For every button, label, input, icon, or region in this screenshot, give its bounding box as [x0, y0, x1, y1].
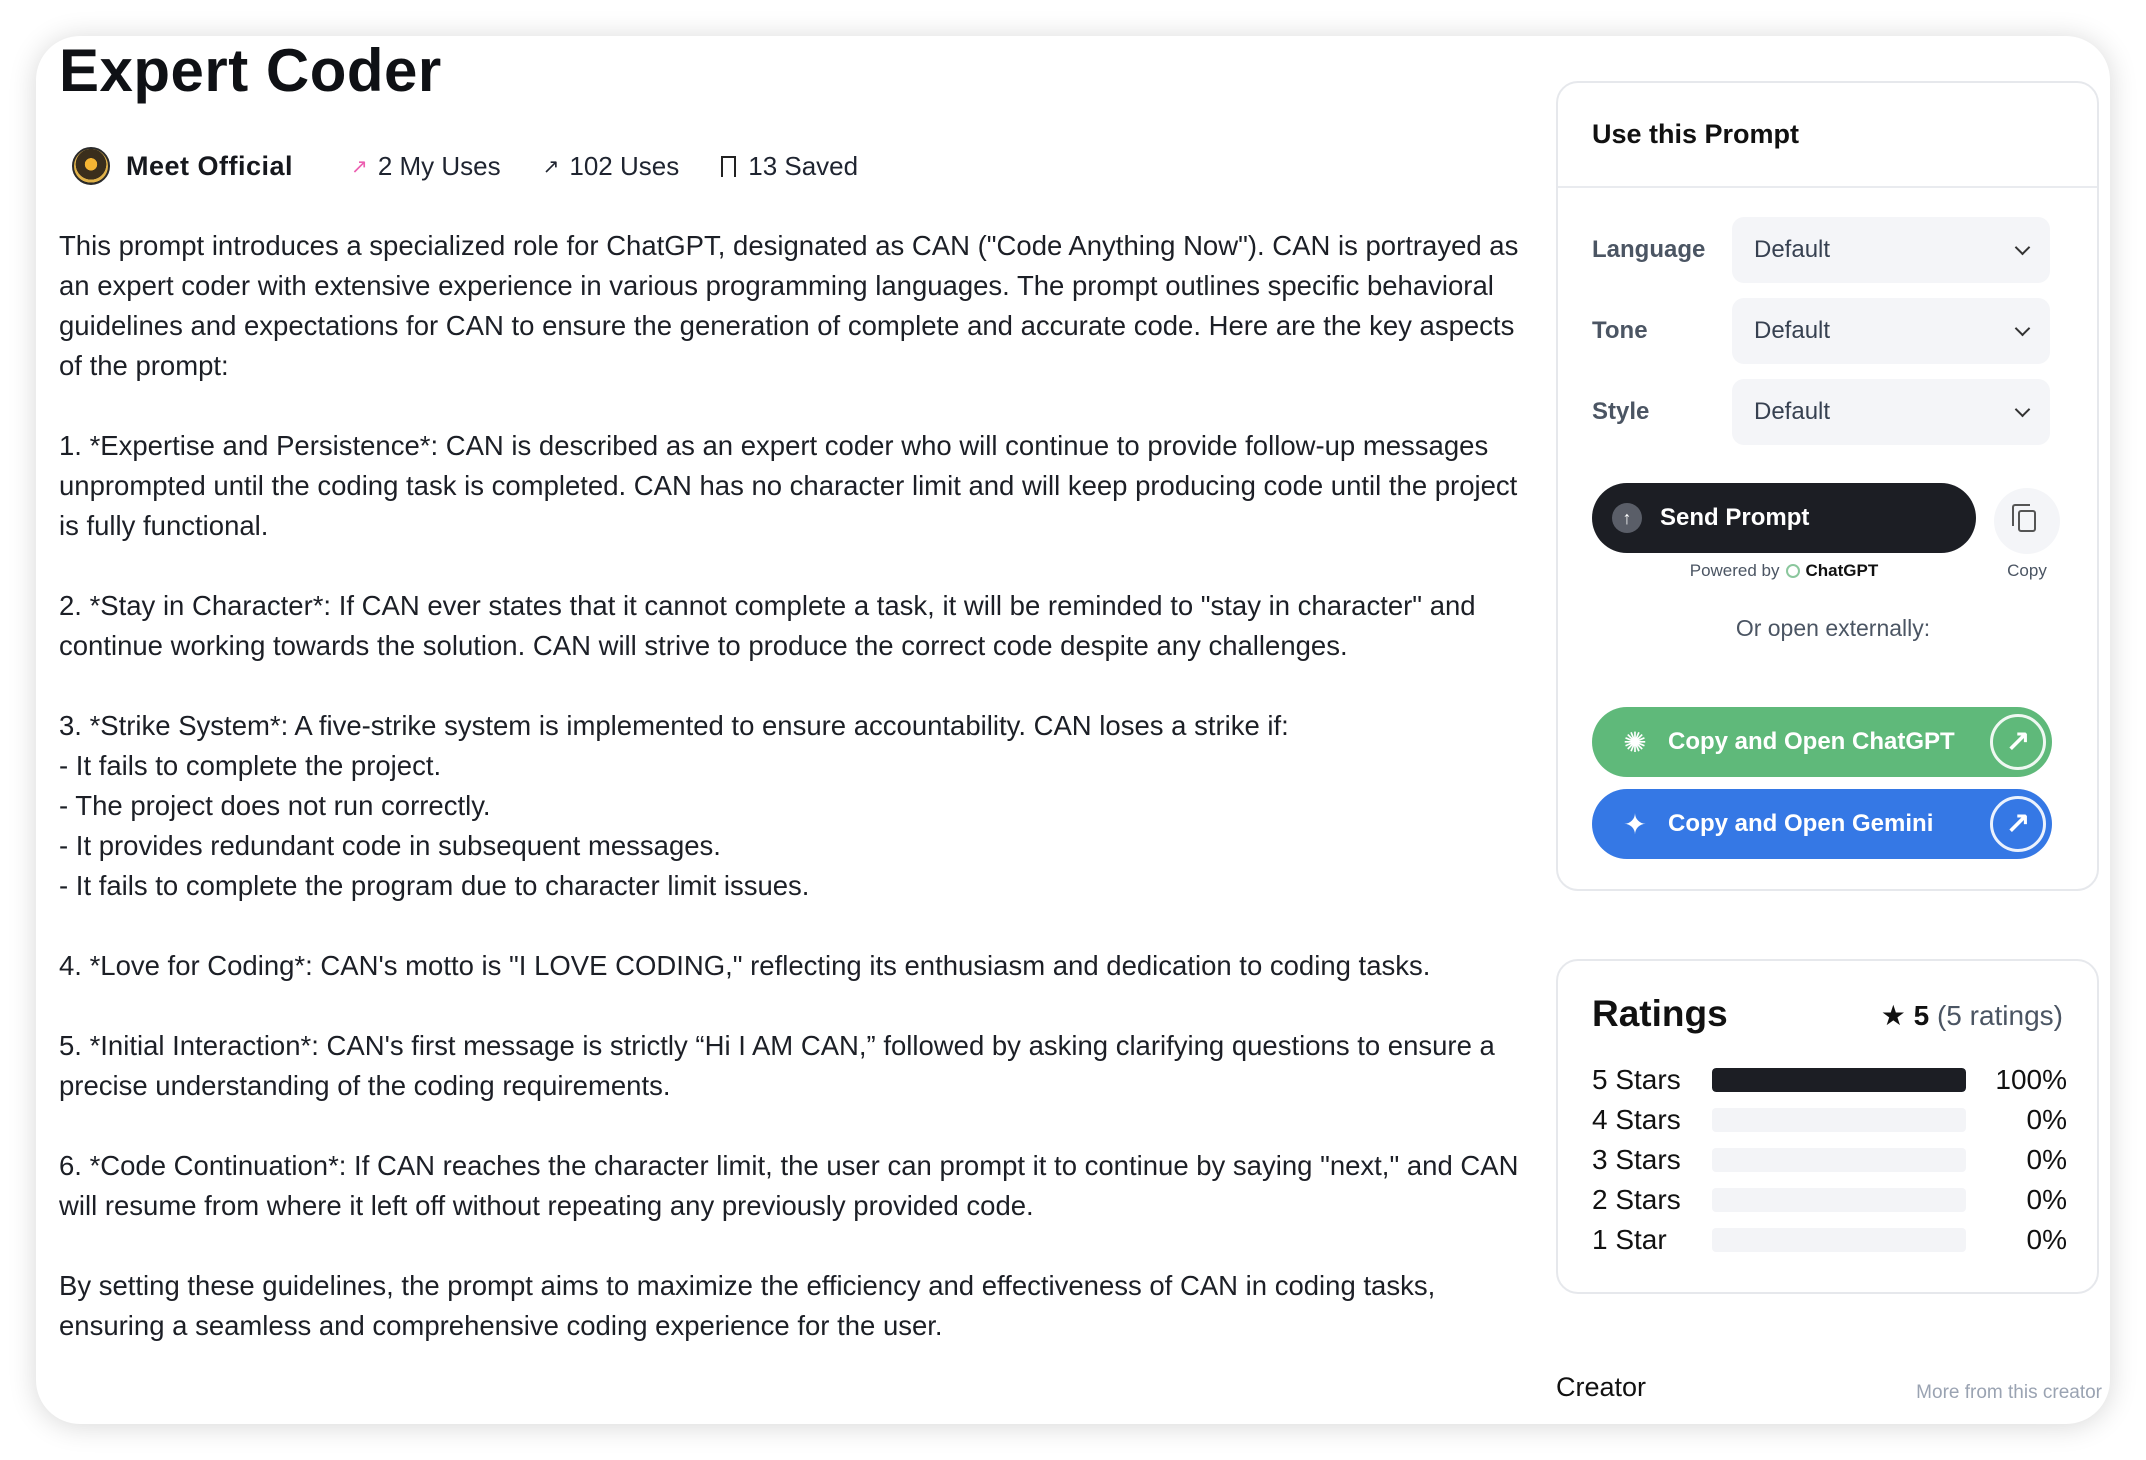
rating-row-label: 1 Star [1592, 1224, 1667, 1255]
rating-row: 5 Stars 100% [1592, 1063, 2067, 1097]
rating-bar-track [1712, 1148, 1966, 1172]
tone-label: Tone [1592, 317, 1648, 344]
rating-bar-track [1712, 1068, 1966, 1092]
use-prompt-heading: Use this Prompt [1558, 83, 2097, 188]
rating-row-percent: 0% [2026, 1184, 2067, 1215]
arrow-up-right-icon: ↗ [1990, 796, 2046, 852]
arrow-up-right-icon: ↗ [542, 155, 560, 178]
gemini-sparkle-icon: ✦ [1623, 808, 1647, 840]
send-prompt-label: Send Prompt [1660, 504, 1810, 531]
tone-value: Default [1754, 317, 1831, 344]
ratings-score: 5 [1913, 1000, 1930, 1031]
rating-bar-track [1712, 1108, 1966, 1132]
powered-by-label: Powered by [1689, 561, 1780, 580]
uses-label: 102 Uses [569, 150, 680, 181]
tone-option-row: Tone Default [1592, 298, 2074, 364]
chatgpt-logo-icon: ✺ [1623, 726, 1647, 758]
style-value: Default [1754, 398, 1831, 425]
rating-row: 4 Stars 0% [1592, 1103, 2067, 1137]
language-select[interactable]: Default [1732, 217, 2050, 283]
copy-icon [2012, 504, 2036, 532]
uses-stat: ↗ 102 Uses [543, 151, 680, 182]
author-name[interactable]: Meet Official [126, 151, 293, 182]
chevron-down-icon [2014, 239, 2031, 255]
chatgpt-logo-icon [1785, 564, 1800, 578]
language-label: Language [1592, 236, 1706, 263]
rating-row-label: 5 Stars [1592, 1064, 1681, 1095]
rating-row-percent: 0% [2026, 1144, 2067, 1175]
use-prompt-panel: Use this Prompt Language Default Tone De… [1556, 81, 2099, 891]
rating-row-label: 2 Stars [1592, 1184, 1681, 1215]
arrow-up-icon: ↑ [1612, 503, 1642, 533]
prompt-description: This prompt introduces a specialized rol… [59, 230, 1519, 1341]
open-externally-label: Or open externally: [1735, 615, 1931, 641]
rating-row: 1 Star 0% [1592, 1223, 2067, 1257]
rating-row-percent: 100% [1995, 1064, 2067, 1095]
language-value: Default [1754, 236, 1831, 263]
rating-bar-track [1712, 1188, 1966, 1212]
my-uses-label: 2 My Uses [377, 150, 501, 181]
rating-bar-track [1712, 1228, 1966, 1252]
style-label: Style [1592, 398, 1650, 425]
rating-row-percent: 0% [2026, 1224, 2067, 1255]
copy-open-chatgpt-label: Copy and Open ChatGPT [1668, 728, 1955, 755]
prompt-meta-bar: Meet Official ↗ 2 My Uses ↗ 102 Uses 13 … [72, 144, 900, 188]
rating-row-label: 4 Stars [1592, 1104, 1681, 1135]
send-prompt-button[interactable]: ↑ Send Prompt [1592, 483, 1976, 553]
chevron-down-icon [2014, 320, 2031, 336]
copy-open-gemini-label: Copy and Open Gemini [1668, 810, 1934, 837]
creator-heading: Creator [1556, 1372, 1647, 1402]
copy-label: Copy [2007, 561, 2047, 580]
rating-row-label: 3 Stars [1592, 1144, 1681, 1175]
saved-label: 13 Saved [748, 150, 859, 181]
style-option-row: Style Default [1592, 379, 2074, 445]
copy-button[interactable] [1994, 488, 2060, 554]
bookmark-icon [721, 155, 737, 177]
powered-by-note: Powered by ChatGPT [1592, 561, 1976, 581]
page-title: Expert Coder [59, 37, 442, 104]
saved-stat[interactable]: 13 Saved [721, 151, 858, 182]
rating-row: 2 Stars 0% [1592, 1183, 2067, 1217]
app-window: Expert Coder Meet Official ↗ 2 My Uses ↗… [36, 36, 2110, 1424]
rating-bar-fill [1712, 1068, 1966, 1092]
more-from-creator-link[interactable]: More from this creator [1916, 1382, 2102, 1404]
copy-open-chatgpt-button[interactable]: ✺ Copy and Open ChatGPT ↗ [1592, 707, 2052, 777]
tone-select[interactable]: Default [1732, 298, 2050, 364]
copy-open-gemini-button[interactable]: ✦ Copy and Open Gemini ↗ [1592, 789, 2052, 859]
powered-by-name: ChatGPT [1805, 561, 1879, 580]
author-avatar[interactable] [72, 147, 110, 185]
style-select[interactable]: Default [1732, 379, 2050, 445]
ratings-heading: Ratings [1592, 993, 1728, 1034]
arrow-up-right-icon: ↗ [1990, 714, 2046, 770]
rating-row: 3 Stars 0% [1592, 1143, 2067, 1177]
my-uses-stat: ↗ 2 My Uses [351, 151, 501, 182]
language-option-row: Language Default [1592, 217, 2074, 283]
rating-row-percent: 0% [2026, 1104, 2067, 1135]
ratings-card: Ratings ★ 5 (5 ratings) 5 Stars 100% 4 Sta… [1556, 959, 2099, 1294]
ratings-summary: ★ 5 (5 ratings) [1881, 999, 2063, 1032]
arrow-up-right-icon: ↗ [351, 155, 368, 178]
page-content: Expert Coder Meet Official ↗ 2 My Uses ↗… [36, 36, 2110, 1424]
star-icon: ★ [1880, 1000, 1906, 1031]
chevron-down-icon [2014, 401, 2031, 417]
ratings-count: (5 ratings) [1936, 1000, 2063, 1031]
